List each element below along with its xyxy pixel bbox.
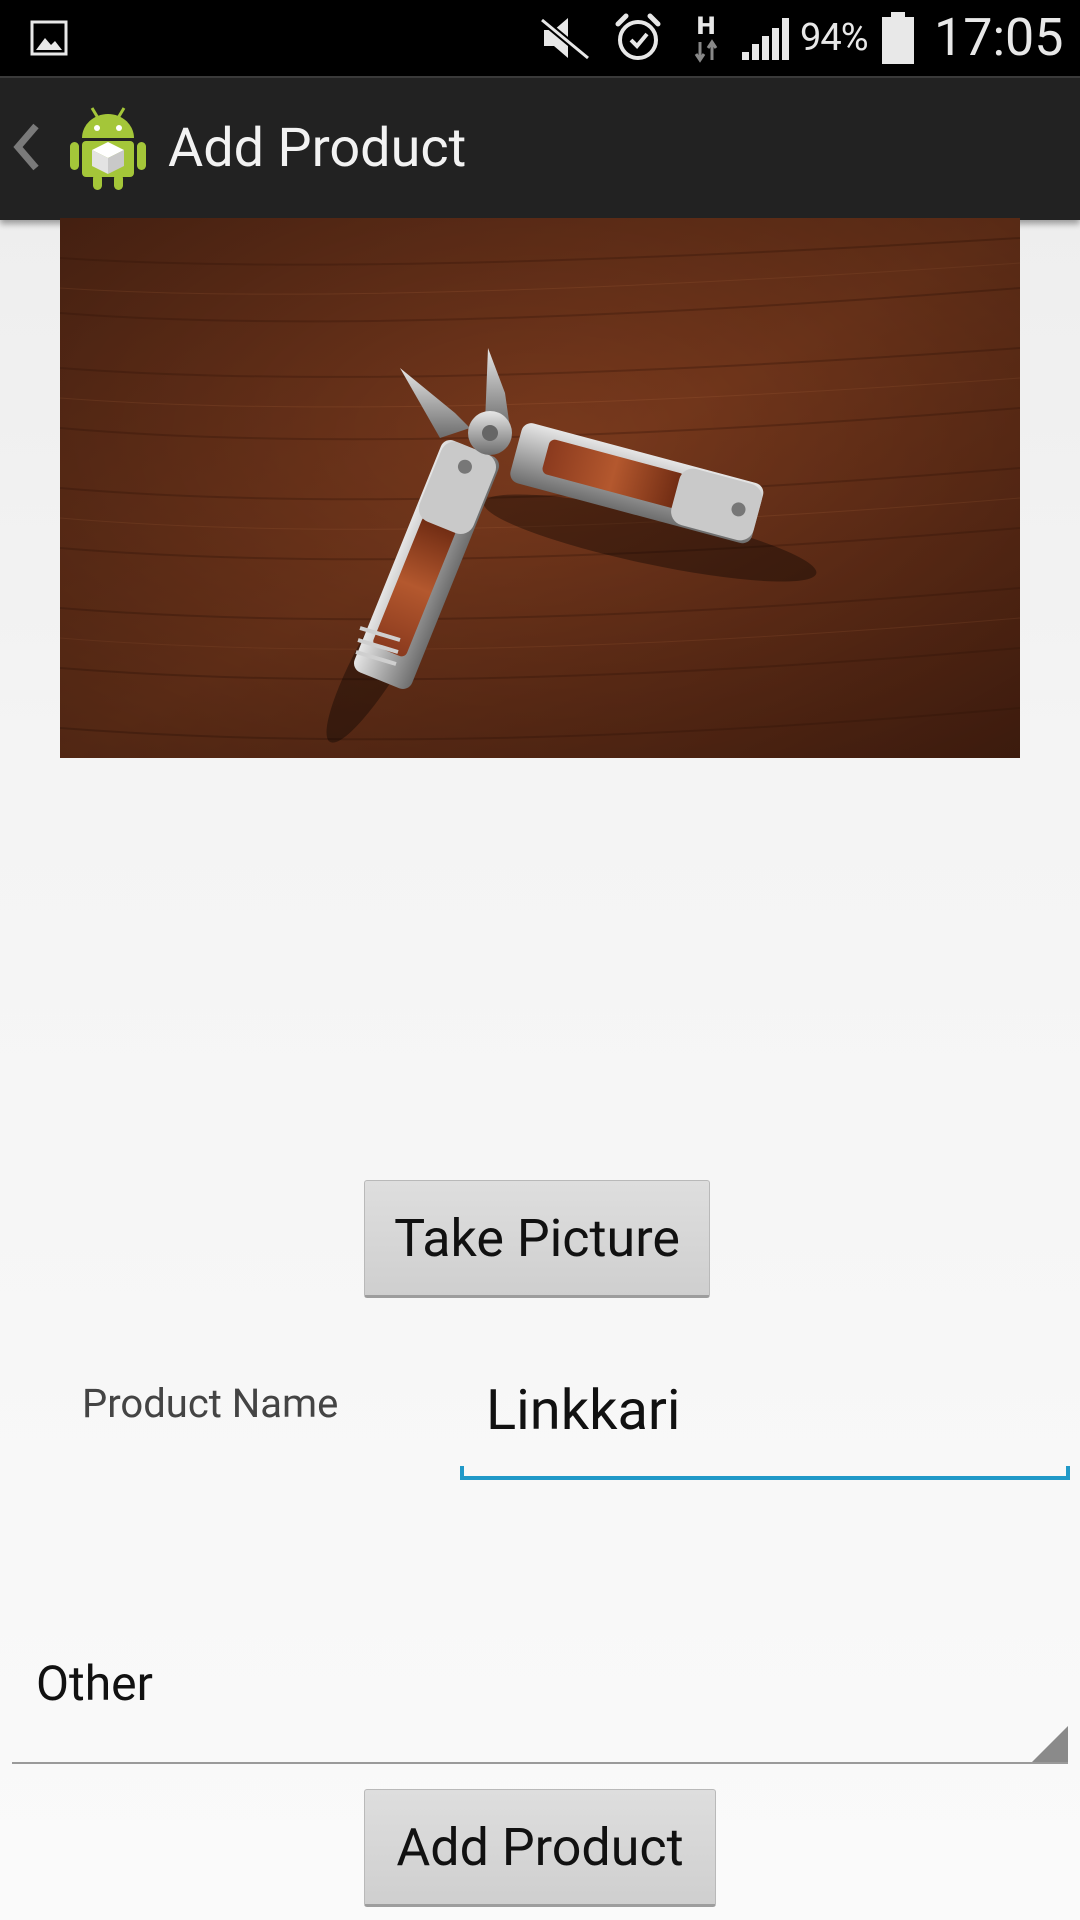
battery-icon <box>880 10 916 66</box>
android-robot-icon[interactable] <box>66 104 150 192</box>
mute-icon <box>539 14 591 62</box>
take-picture-button[interactable]: Take Picture <box>364 1180 710 1298</box>
svg-text:H: H <box>696 12 716 40</box>
category-selected-value[interactable]: Other <box>36 1652 153 1716</box>
dropdown-triangle-icon[interactable] <box>1032 1726 1068 1762</box>
action-bar: Add Product <box>0 76 1080 220</box>
product-name-value[interactable]: Linkkari <box>486 1370 681 1450</box>
status-bar: H 94% 17:05 <box>0 0 1080 76</box>
signal-icon <box>740 16 794 62</box>
category-spinner[interactable]: Other <box>12 1620 1068 1764</box>
product-name-label: Product Name <box>82 1380 339 1427</box>
page-title: Add Product <box>168 117 467 180</box>
spinner-underline <box>12 1762 1068 1764</box>
back-chevron-icon[interactable] <box>6 112 46 182</box>
product-photo <box>60 218 1020 758</box>
battery-percentage: 94% <box>800 16 869 60</box>
product-name-input[interactable]: Linkkari <box>460 1360 1070 1480</box>
add-product-button[interactable]: Add Product <box>364 1789 716 1907</box>
status-clock: 17:05 <box>934 7 1064 68</box>
input-underline <box>460 1466 1070 1480</box>
hspa-icon: H <box>688 10 728 66</box>
gallery-icon <box>30 20 68 56</box>
alarm-icon <box>612 12 664 64</box>
